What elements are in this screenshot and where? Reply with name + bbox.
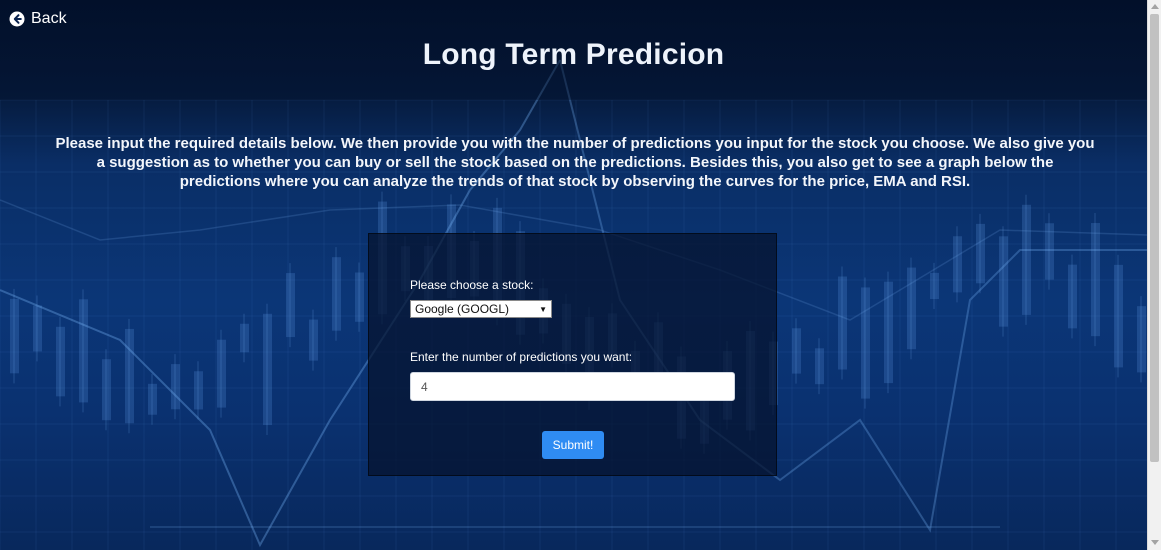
candle-body	[125, 328, 134, 424]
candle-body	[1022, 204, 1031, 315]
candle-body	[286, 273, 295, 338]
candle-body	[56, 326, 65, 397]
predictions-input-value: 4	[421, 379, 428, 394]
candle-body	[1137, 306, 1146, 373]
page-title: Long Term Predicion	[422, 38, 725, 71]
candle-body	[171, 364, 180, 410]
candle-body	[10, 298, 19, 374]
candle-body	[976, 223, 985, 284]
stock-select[interactable]: Google (GOOGL) ▼	[410, 300, 552, 318]
scrollbar[interactable]	[1147, 0, 1161, 550]
candle-body	[309, 319, 318, 361]
candle-body	[240, 323, 249, 353]
prediction-form: Please choose a stock: Google (GOOGL) ▼ …	[368, 233, 777, 476]
candle-body	[953, 236, 962, 293]
submit-button[interactable]: Submit!	[542, 431, 604, 459]
candle-body	[861, 287, 870, 399]
candle-body	[217, 339, 226, 408]
predictions-label: Enter the number of predictions you want…	[410, 350, 633, 364]
candle-body	[999, 236, 1008, 327]
candle-body	[263, 313, 272, 426]
scroll-up-arrow-icon[interactable]	[1151, 4, 1159, 9]
candle-body	[1068, 264, 1077, 329]
candle-body	[148, 383, 157, 415]
scroll-down-arrow-icon[interactable]	[1151, 540, 1159, 545]
stock-label: Please choose a stock:	[410, 278, 534, 292]
circle-arrow-left-icon	[9, 11, 25, 27]
candle-body	[838, 276, 847, 370]
dropdown-arrow-icon: ▼	[539, 304, 547, 314]
candle-body	[1091, 223, 1100, 337]
intro-text: Please input the required details below.…	[55, 135, 1095, 190]
back-label: Back	[31, 10, 67, 27]
scrollbar-thumb[interactable]	[1150, 14, 1159, 462]
stock-select-value: Google (GOOGL)	[415, 302, 510, 316]
candle-body	[792, 328, 801, 374]
candle-body	[194, 371, 203, 410]
back-link[interactable]: Back	[9, 8, 67, 30]
candle-body	[930, 272, 939, 300]
candle-body	[907, 267, 916, 350]
candle-body	[33, 305, 42, 352]
candle-body	[355, 272, 364, 322]
candle-body	[79, 299, 88, 403]
candle-body	[815, 348, 824, 385]
candle-body	[332, 257, 341, 331]
candle-body	[1114, 264, 1123, 368]
predictions-input[interactable]: 4	[410, 372, 735, 401]
candle-body	[102, 359, 111, 421]
